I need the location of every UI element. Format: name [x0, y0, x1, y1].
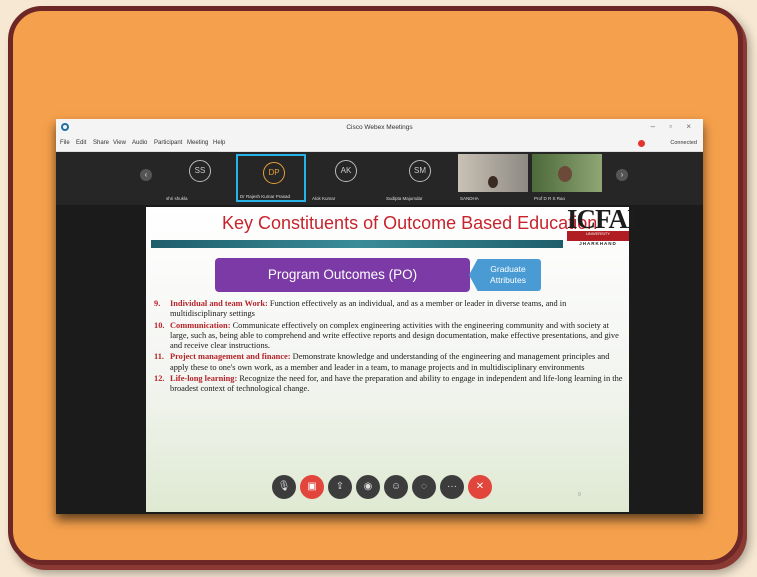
participant-face — [558, 166, 572, 182]
chat-icon[interactable]: ◌ — [412, 475, 436, 499]
outcome-heading: Project management and finance: — [170, 352, 291, 362]
outcome-number: 9. — [154, 299, 161, 308]
participant-strip: ‹ SS shri shukla DP Dr Rajesh Kumar Pras… — [56, 152, 703, 205]
participant-name: shri shukla — [166, 196, 188, 201]
outcomes-list: 9. Individual and team Work: Function eff… — [154, 299, 624, 396]
share-icon[interactable]: ⇪ — [328, 475, 352, 499]
participant-name: Dr Rajesh Kumar Prasad — [240, 194, 291, 199]
avatar: DP — [263, 162, 285, 184]
scroll-right-icon[interactable]: › — [616, 169, 628, 181]
graduate-attributes-arrow: Graduate Attributes — [469, 259, 541, 291]
video-icon[interactable]: ▣ — [300, 475, 324, 499]
program-outcomes-box: Program Outcomes (PO) — [215, 258, 470, 292]
menu-audio[interactable]: Audio — [132, 140, 147, 146]
outcome-heading: Life-long learning: — [170, 374, 238, 384]
shared-content-area: Key Constituents of Outcome Based Educat… — [56, 204, 703, 514]
avatar: SM — [409, 160, 431, 182]
menu-edit[interactable]: Edit — [76, 140, 86, 146]
participant-name: SANDHA — [460, 196, 479, 201]
slide-title: Key Constituents of Outcome Based Educat… — [222, 213, 598, 233]
participant-tile[interactable]: AK Alok Kumar — [310, 154, 380, 202]
participant-tile-video[interactable]: SANDHA — [458, 154, 528, 202]
menu-file[interactable]: File — [60, 140, 70, 146]
outcome-number: 12. — [154, 374, 165, 384]
participant-tile[interactable]: SS shri shukla — [164, 154, 234, 202]
title-divider — [151, 240, 563, 248]
connection-status[interactable]: Connected — [670, 140, 697, 146]
logo-sub: JHARKHAND — [579, 241, 617, 246]
microphone-icon[interactable]: 🎙 — [272, 475, 296, 499]
end-call-icon[interactable]: ✕ — [468, 475, 492, 499]
logo-bar: UNIVERSITY — [567, 231, 629, 241]
menu-help[interactable]: Help — [213, 140, 225, 146]
participant-tile-active-speaker[interactable]: DP Dr Rajesh Kumar Prasad — [236, 154, 306, 202]
participant-tile[interactable]: SM Sudipta Majumdar — [384, 154, 454, 202]
list-item: 10. Communication: Communicate effectivel… — [154, 321, 624, 352]
participant-name: Alok Kumar — [312, 196, 336, 201]
menu-participant[interactable]: Participant — [154, 140, 182, 146]
outcome-text: Communicate effectively on complex engin… — [170, 320, 619, 351]
webex-window: Cisco Webex Meetings – ▫ × File Edit Sha… — [56, 119, 703, 514]
menu-view[interactable]: View — [113, 140, 126, 146]
more-icon[interactable]: ··· — [440, 475, 464, 499]
participants-icon[interactable]: ☺ — [384, 475, 408, 499]
title-bar: Cisco Webex Meetings – ▫ × — [56, 119, 703, 137]
outcome-number: 10. — [154, 320, 165, 330]
icfai-logo: ICFAI UNIVERSITY JHARKHAND — [567, 204, 638, 246]
outcome-heading: Communication: — [170, 320, 231, 330]
outcome-heading: Individual and team Work: — [170, 299, 268, 308]
window-title: Cisco Webex Meetings — [346, 124, 413, 131]
list-item: 12. Life-long learning: Recognize the nee… — [154, 374, 624, 395]
participant-name: Sudipta Majumdar — [386, 196, 423, 201]
outcome-text: Recognize the need for, and have the pre… — [170, 374, 623, 394]
participant-video — [532, 154, 602, 192]
window-controls[interactable]: – ▫ × — [651, 122, 697, 131]
participant-tile-video[interactable]: Prof D R S Rao — [532, 154, 602, 202]
presentation-slide: Key Constituents of Outcome Based Educat… — [146, 204, 638, 512]
participant-video — [458, 154, 528, 192]
record-icon[interactable]: ◉ — [356, 475, 380, 499]
avatar: AK — [335, 160, 357, 182]
slide-page-number: 9 — [578, 492, 581, 498]
menu-bar: File Edit Share View Audio Participant M… — [56, 137, 703, 152]
outcome-number: 11. — [154, 352, 165, 362]
list-item: 11. Project management and finance: Demon… — [154, 352, 624, 373]
connection-status-icon — [638, 140, 645, 147]
scroll-left-icon[interactable]: ‹ — [140, 169, 152, 181]
participant-name: Prof D R S Rao — [534, 196, 566, 201]
menu-share[interactable]: Share — [93, 140, 109, 146]
participant-face — [488, 176, 498, 188]
list-item: 9. Individual and team Work: Function eff… — [154, 299, 624, 320]
avatar: SS — [189, 160, 211, 182]
menu-meeting[interactable]: Meeting — [187, 140, 208, 146]
